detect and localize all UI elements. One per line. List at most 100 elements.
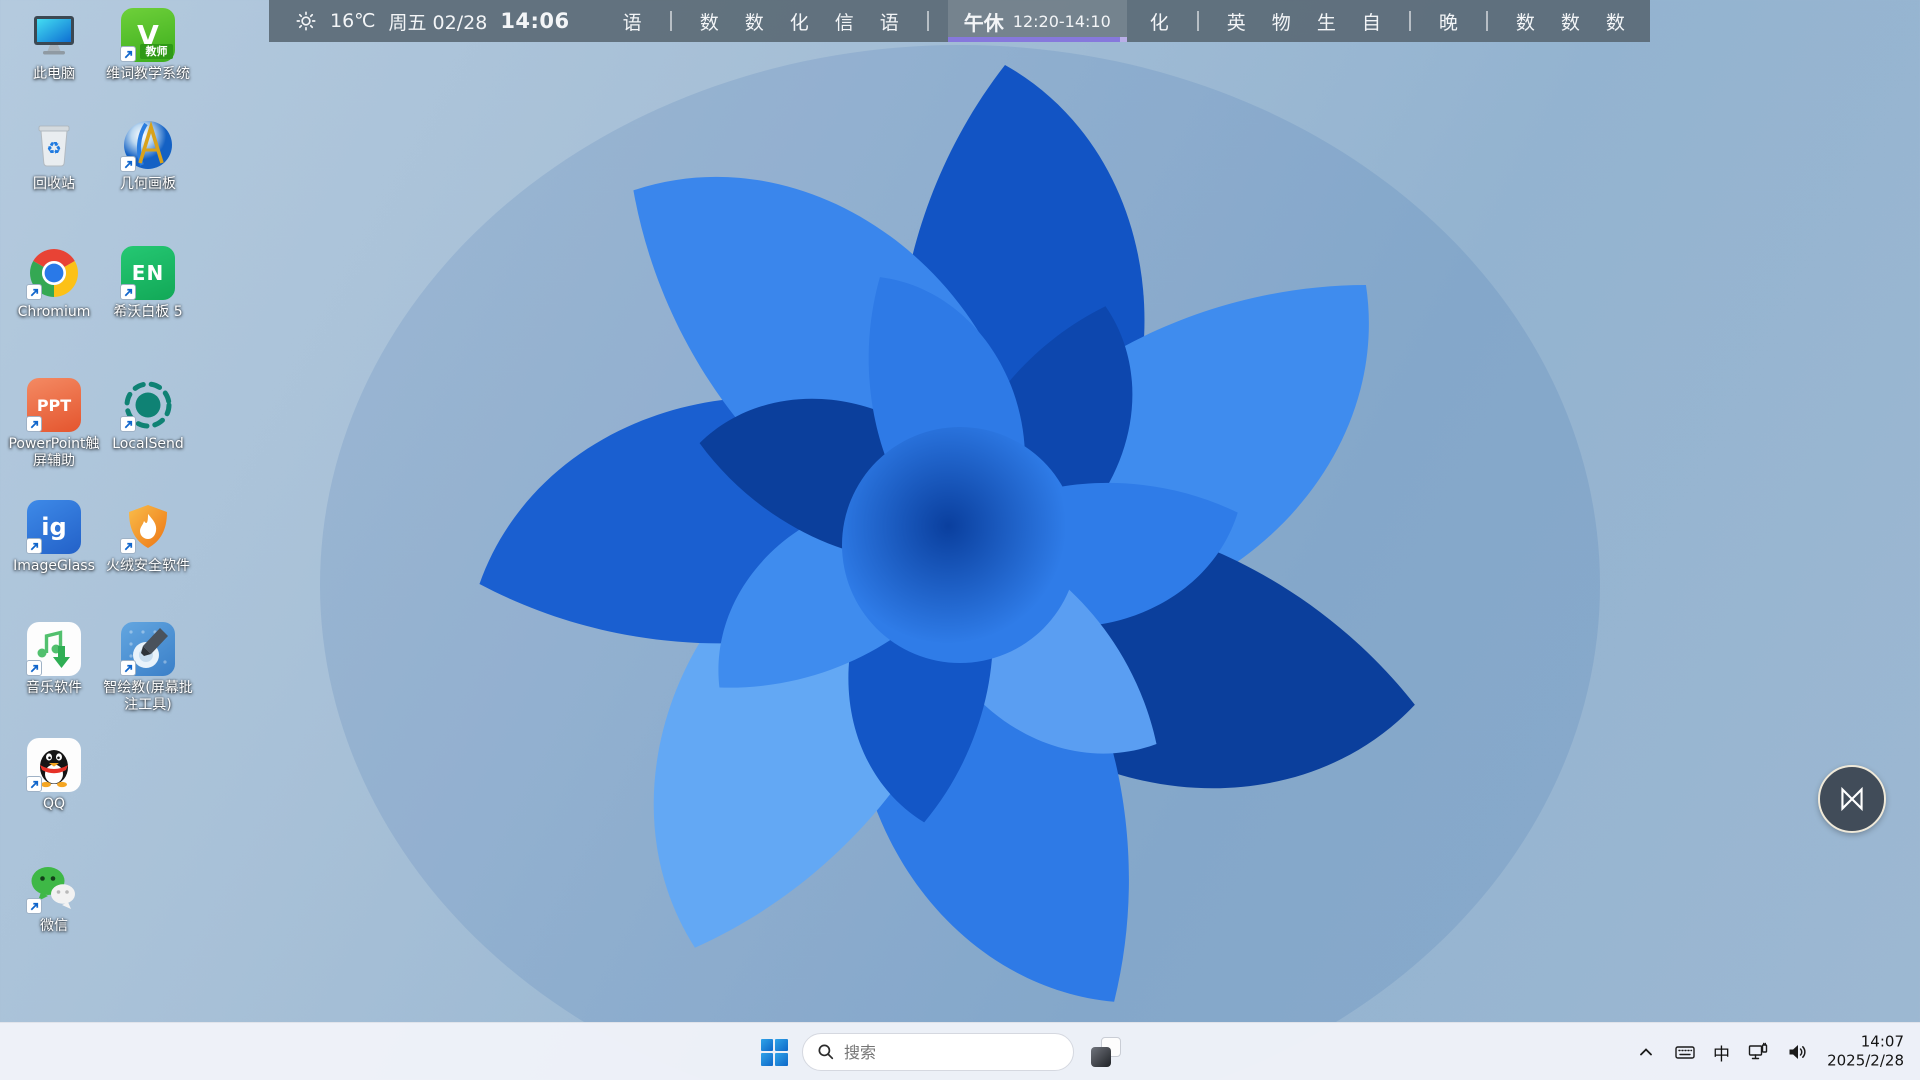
desktop-icon-easinote[interactable]: EN 希沃白板 5 xyxy=(102,246,194,321)
shortcut-arrow-icon xyxy=(26,284,42,300)
desktop-icon-label: PowerPoint触屏辅助 xyxy=(8,436,100,469)
desktop-icon-chromium[interactable]: Chromium xyxy=(8,246,100,321)
schedule-divider xyxy=(926,11,929,31)
network-icon[interactable] xyxy=(1747,1041,1769,1063)
schedule-subject[interactable]: 晚 xyxy=(1439,8,1458,35)
schedule-subject[interactable]: 语 xyxy=(880,8,899,35)
desktop-icon-label: ImageGlass xyxy=(13,558,95,574)
shortcut-arrow-icon xyxy=(120,538,136,554)
schedule-divider xyxy=(1196,11,1199,31)
shortcut-arrow-icon xyxy=(26,538,42,554)
desktop-icon-label: 希沃白板 5 xyxy=(113,304,183,320)
schedule-subject[interactable]: 物 xyxy=(1272,8,1291,35)
desktop-icon-sketchpad[interactable]: 几何画板 xyxy=(102,118,194,193)
huorong-shield-icon xyxy=(120,500,175,554)
search-input[interactable] xyxy=(844,1042,1059,1062)
desktop-icon-label: 智绘教(屏幕批注工具) xyxy=(103,680,193,713)
ppt-assist-icon: PPT xyxy=(26,378,81,432)
teacher-badge: 教师 xyxy=(140,44,173,59)
current-period-name: 午休 xyxy=(963,10,1004,35)
desktop-icon-ppt-touch-assist[interactable]: PPT PowerPoint触屏辅助 xyxy=(8,378,100,470)
chromium-icon xyxy=(26,246,81,300)
windows-logo-icon xyxy=(760,1038,788,1066)
shortcut-arrow-icon xyxy=(120,284,136,300)
this-pc-icon xyxy=(27,8,81,62)
desktop-icon-localsend[interactable]: LocalSend xyxy=(102,378,194,453)
schedule-divider xyxy=(1485,11,1488,31)
screen-annotation-icon xyxy=(120,622,175,676)
ime-language-indicator[interactable]: 中 xyxy=(1713,1040,1730,1065)
weici-icon: V 教师 xyxy=(120,8,175,62)
shortcut-arrow-icon xyxy=(26,660,42,676)
period-progress-fill xyxy=(947,37,1120,42)
wallpaper-bloom xyxy=(320,45,1600,1080)
start-button[interactable] xyxy=(752,1030,796,1074)
schedule-subject[interactable]: 自 xyxy=(1362,8,1381,35)
clock-date: 2025/2/28 xyxy=(1827,1051,1904,1070)
assistant-bowtie-icon xyxy=(1841,786,1863,812)
shortcut-arrow-icon xyxy=(26,776,42,792)
shortcut-arrow-icon xyxy=(120,416,136,432)
class-schedule: 语数数化信语午休 12:20-14:10 化英物生自晚数数数 xyxy=(610,0,1638,42)
touch-keyboard-icon[interactable] xyxy=(1674,1041,1696,1063)
desktop-icon-imageglass[interactable]: ig ImageGlass xyxy=(8,500,100,575)
system-tray: 中 xyxy=(1635,1023,1808,1080)
shortcut-arrow-icon xyxy=(120,156,136,172)
schedule-subject[interactable]: 数 xyxy=(1516,8,1535,35)
desktop-icon-this-pc[interactable]: 此电脑 xyxy=(8,8,100,83)
weather-time-group: 16℃ 周五 02/28 14:06 xyxy=(295,8,570,35)
task-view-icon xyxy=(1091,1037,1121,1067)
search-icon xyxy=(818,1044,834,1060)
wechat-icon xyxy=(26,860,81,914)
schedule-subject[interactable]: 信 xyxy=(835,8,854,35)
schedule-subject[interactable]: 数 xyxy=(1561,8,1580,35)
bar-time: 14:06 xyxy=(500,9,570,33)
imageglass-icon: ig xyxy=(26,500,81,554)
taskbar-clock[interactable]: 14:07 2025/2/28 xyxy=(1827,1032,1904,1071)
schedule-subject[interactable]: 化 xyxy=(790,8,809,35)
desktop-icon-label: Chromium xyxy=(17,304,91,320)
whiteboard-assistant-button[interactable] xyxy=(1818,765,1886,833)
schedule-subject[interactable]: 数 xyxy=(745,8,764,35)
desktop-icon-label: 火绒安全软件 xyxy=(106,558,190,574)
schedule-subject[interactable]: 数 xyxy=(700,8,719,35)
sketchpad-icon xyxy=(120,118,175,172)
desktop-icon-label: 回收站 xyxy=(33,176,75,192)
easinote-icon: EN xyxy=(120,246,175,300)
search-box[interactable] xyxy=(802,1033,1074,1071)
desktop-icon-label: 维词教学系统 xyxy=(106,66,190,82)
task-view-button[interactable] xyxy=(1086,1032,1126,1072)
shortcut-arrow-icon xyxy=(26,416,42,432)
svg-text:♻: ♻ xyxy=(46,139,61,159)
tray-chevron-up-icon[interactable] xyxy=(1635,1041,1657,1063)
schedule-subject[interactable]: 化 xyxy=(1150,8,1169,35)
desktop-icon-weici[interactable]: V 教师 维词教学系统 xyxy=(102,8,194,83)
desktop-icon-zhihuijiao[interactable]: 智绘教(屏幕批注工具) xyxy=(102,622,194,714)
current-period[interactable]: 午休 12:20-14:10 xyxy=(947,0,1127,42)
desktop-icon-label: 微信 xyxy=(40,918,68,934)
schedule-subject[interactable]: 英 xyxy=(1227,8,1246,35)
taskbar: 中 14:07 2025/2/28 xyxy=(0,1022,1920,1080)
shortcut-arrow-icon xyxy=(120,660,136,676)
desktop-icon-huorong[interactable]: 火绒安全软件 xyxy=(102,500,194,575)
schedule-divider xyxy=(1408,11,1411,31)
desktop-icon-music-app[interactable]: 音乐软件 xyxy=(8,622,100,697)
sun-icon xyxy=(296,11,316,31)
volume-icon[interactable] xyxy=(1786,1041,1808,1063)
localsend-icon xyxy=(120,378,175,432)
schedule-divider xyxy=(669,11,672,31)
shortcut-arrow-icon xyxy=(26,898,42,914)
current-period-time: 12:20-14:10 xyxy=(1012,11,1111,31)
desktop-icon-wechat[interactable]: 微信 xyxy=(8,860,100,935)
desktop-icon-grid: 此电脑 V 教师 维词教学系统 ♻ 回收站 几何画板 Chromium EN 希… xyxy=(6,0,206,1000)
desktop-icon-recycle-bin[interactable]: ♻ 回收站 xyxy=(8,118,100,193)
recycle-bin-icon: ♻ xyxy=(27,118,81,172)
desktop-icon-qq[interactable]: QQ xyxy=(8,738,100,813)
bar-date: 周五 02/28 xyxy=(388,11,488,34)
schedule-subject[interactable]: 数 xyxy=(1606,8,1625,35)
desktop-icon-label: QQ xyxy=(42,796,66,812)
class-schedule-bar: 16℃ 周五 02/28 14:06 语数数化信语午休 12:20-14:10 化英… xyxy=(269,0,1650,42)
desktop-icon-label: LocalSend xyxy=(112,436,184,452)
schedule-subject[interactable]: 生 xyxy=(1317,8,1336,35)
schedule-subject[interactable]: 语 xyxy=(623,8,642,35)
